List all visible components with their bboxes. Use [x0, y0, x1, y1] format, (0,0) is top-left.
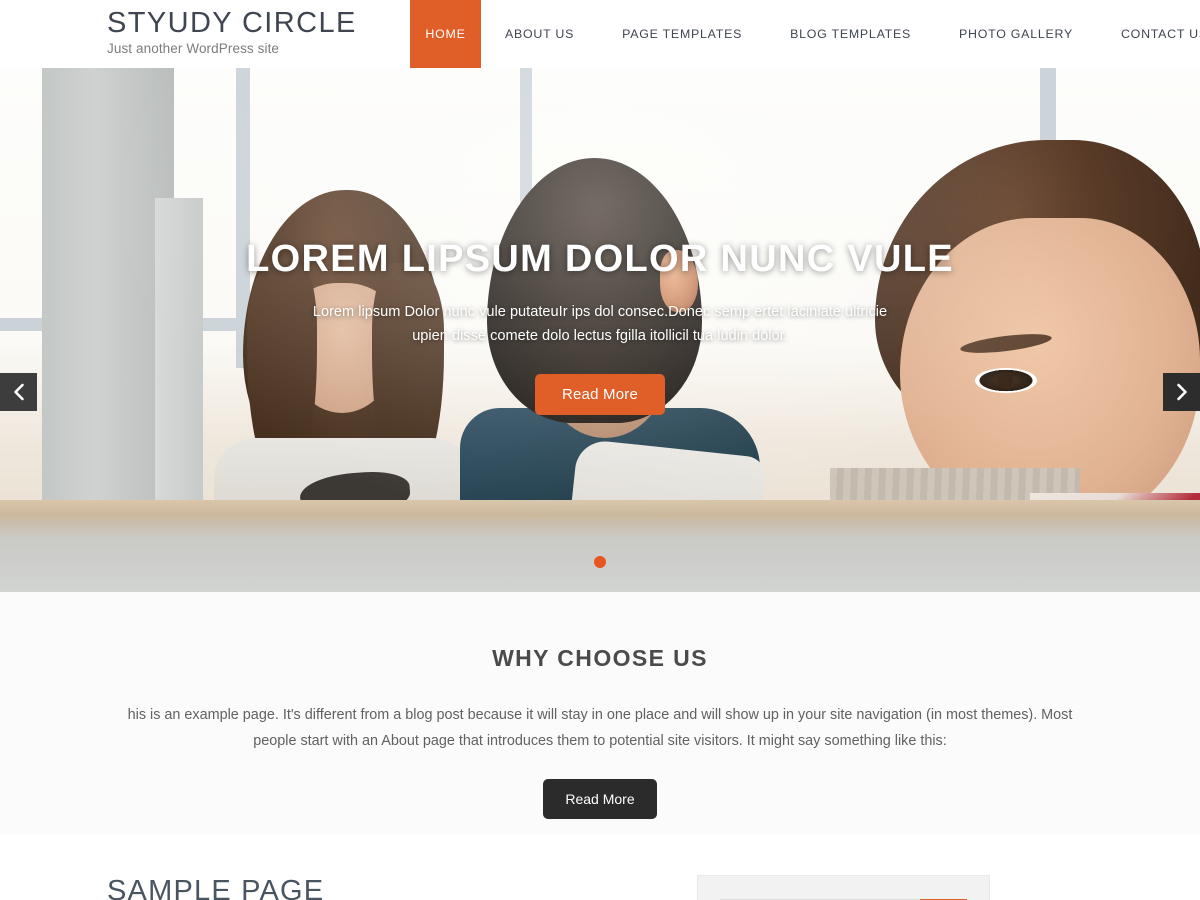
nav-item-page-templates[interactable]: PAGE TEMPLATES: [598, 0, 766, 68]
slider-dot[interactable]: [594, 556, 606, 568]
site-title[interactable]: STYUDY CIRCLE: [107, 6, 357, 40]
site-tagline: Just another WordPress site: [107, 41, 280, 57]
hero-caption: LOREM LIPSUM DOLOR NUNC VULE Lorem lipsu…: [0, 237, 1200, 415]
nav-label: CONTACT US: [1120, 27, 1200, 41]
why-choose-us-section: WHY CHOOSE US his is an example page. It…: [0, 592, 1200, 835]
nav-item-about-us[interactable]: ABOUT US: [481, 0, 598, 68]
page-title: SAMPLE PAGE: [107, 875, 325, 900]
slider-prev-button[interactable]: [0, 373, 37, 411]
site-branding: STYUDY CIRCLE Just another WordPress sit…: [0, 0, 357, 56]
slider-pagination: [0, 556, 1200, 568]
nav-label: PHOTO GALLERY: [959, 27, 1073, 41]
why-choose-us-text: his is an example page. It's different f…: [127, 707, 1073, 750]
why-choose-us-read-more-button[interactable]: Read More: [543, 779, 657, 820]
nav-label: BLOG TEMPLATES: [790, 27, 912, 41]
hero-read-more-button[interactable]: Read More: [534, 373, 665, 415]
slider-next-button[interactable]: [1163, 373, 1200, 411]
nav-item-contact-us[interactable]: CONTACT US: [1097, 0, 1200, 68]
content-section: SAMPLE PAGE: [0, 835, 1200, 900]
site-header: STYUDY CIRCLE Just another WordPress sit…: [0, 0, 1200, 68]
hero-description: Lorem lipsum Dolor nunc vule putateuIr i…: [312, 304, 888, 345]
nav-item-home[interactable]: HOME: [410, 0, 481, 68]
search-widget: [697, 875, 990, 900]
primary-navigation: HOME ABOUT US PAGE TEMPLATES BLOG TEMPLA…: [410, 0, 1200, 68]
chevron-right-icon: [1177, 383, 1187, 401]
nav-label: PAGE TEMPLATES: [622, 27, 743, 41]
chevron-left-icon: [14, 383, 24, 401]
hero-slider: LOREM LIPSUM DOLOR NUNC VULE Lorem lipsu…: [0, 68, 1200, 592]
sidebar: [697, 875, 990, 900]
nav-label: HOME: [425, 27, 466, 41]
nav-item-photo-gallery[interactable]: PHOTO GALLERY: [935, 0, 1097, 68]
hero-title: LOREM LIPSUM DOLOR NUNC VULE: [246, 238, 954, 280]
nav-label: ABOUT US: [505, 27, 575, 41]
content-main: SAMPLE PAGE: [0, 875, 690, 900]
why-choose-us-title: WHY CHOOSE US: [492, 645, 708, 671]
nav-item-blog-templates[interactable]: BLOG TEMPLATES: [766, 0, 935, 68]
